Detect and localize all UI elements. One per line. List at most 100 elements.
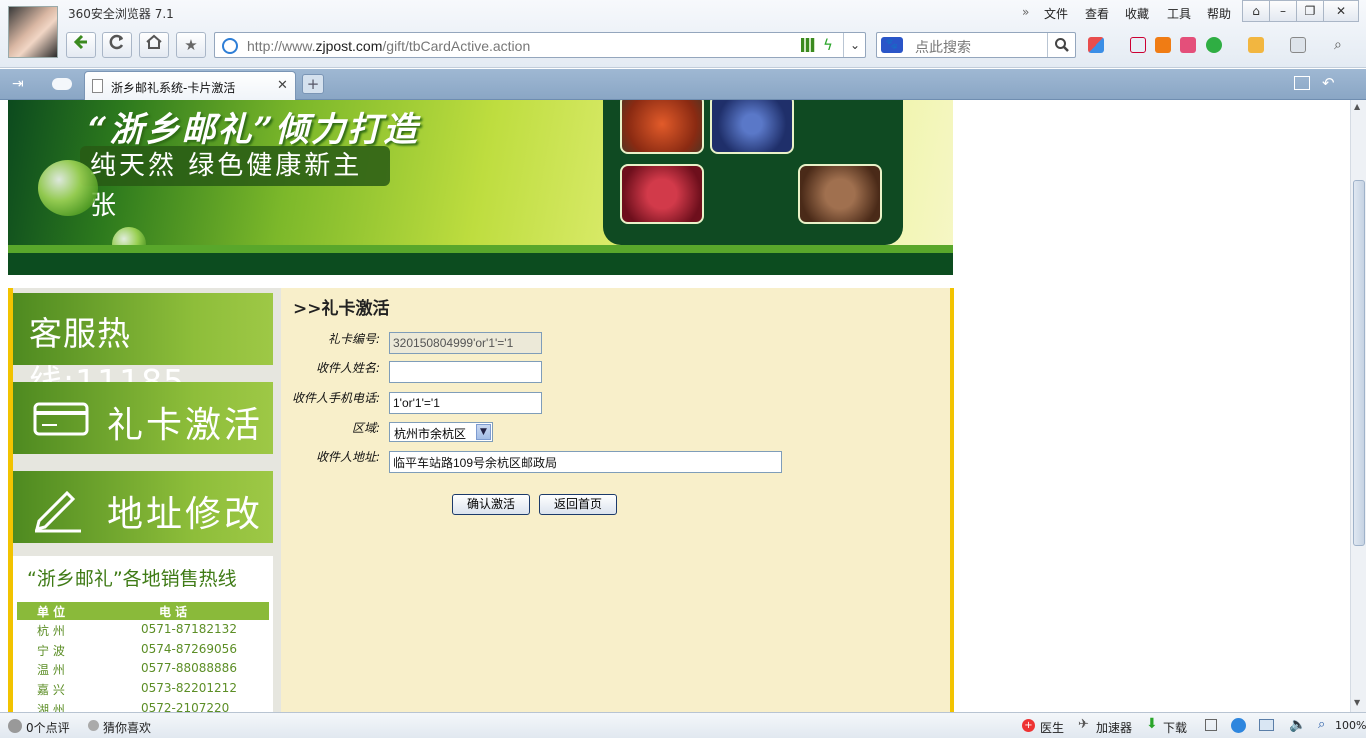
zoom-icon[interactable]: ⌕ (1334, 37, 1350, 53)
calendar-icon[interactable] (1130, 37, 1146, 53)
minimize-button[interactable]: – (1269, 0, 1297, 22)
tab-close-icon[interactable]: ✕ (277, 78, 288, 93)
tab-title: 浙乡邮礼系统-卡片激活 (111, 81, 236, 95)
banner-slogan: “浙乡邮礼”倾力打造 (88, 110, 420, 150)
tab-list-icon[interactable] (1294, 76, 1310, 90)
recipient-address-label: 收件人地址: (315, 450, 380, 464)
window-icon[interactable] (1205, 719, 1217, 731)
card-number-field[interactable] (389, 332, 542, 354)
security-shield-icon[interactable] (1206, 37, 1222, 53)
new-tab-button[interactable]: + (302, 74, 324, 94)
comments-count[interactable]: 0个点评 (26, 719, 70, 736)
recipient-name-field[interactable] (389, 361, 542, 383)
zoom-level[interactable]: 100% (1335, 719, 1366, 732)
confirm-activate-button[interactable]: 确认激活 (452, 494, 530, 515)
game-icon[interactable] (1248, 37, 1264, 53)
recipient-name-label: 收件人姓名: (315, 361, 380, 375)
address-edit-button[interactable]: 地址修改 (13, 471, 273, 543)
page-icon (92, 79, 103, 93)
menu-tools[interactable]: 工具 (1167, 5, 1191, 22)
refresh-button[interactable] (102, 32, 132, 58)
screenshot-icon[interactable] (1290, 37, 1306, 53)
url-dropdown-icon[interactable]: ⌄ (843, 33, 866, 57)
skin-icon[interactable]: ⌂ (1242, 0, 1270, 22)
region-select[interactable]: 杭州市余杭区 ▼ (389, 422, 493, 442)
back-button[interactable] (66, 32, 96, 58)
column-unit: 单 位 (37, 605, 66, 619)
recipient-address-field[interactable] (389, 451, 782, 473)
speed-mode-icon[interactable]: ϟ (823, 36, 833, 54)
chestnut-image (798, 164, 882, 224)
address-edit-label: 地址修改 (107, 494, 264, 535)
address-bar[interactable]: http://www.zjpost.com/gift/tbCardActive.… (214, 32, 866, 58)
search-input[interactable]: 点此搜索 (915, 37, 971, 57)
table-row: 杭 州 0571-87182132 (37, 622, 237, 638)
menu-favorites[interactable]: 收藏 (1125, 5, 1149, 22)
sales-table-header: 单 位 电 话 (17, 602, 269, 620)
accelerator-button[interactable]: 加速器 (1096, 719, 1132, 736)
table-row: 温 州 0577-88088886 (37, 661, 237, 677)
column-phone: 电 话 (159, 605, 188, 619)
banner-subslogan: 纯天然 绿色健康新主张 (80, 146, 390, 221)
site-security-icon (222, 38, 238, 54)
guess-icon (88, 720, 99, 731)
table-row: 嘉 兴 0573-82201212 (37, 681, 237, 697)
card-activate-button[interactable]: 礼卡激活 (13, 382, 273, 454)
banner-footer-band (8, 253, 953, 275)
ie-icon[interactable] (1231, 718, 1246, 733)
form-title: >>礼卡激活 (293, 299, 390, 319)
recipient-phone-field[interactable] (389, 392, 542, 414)
magnifier-icon (1055, 38, 1069, 52)
vertical-scrollbar[interactable]: ▲ ▼ (1350, 100, 1366, 712)
undo-close-icon[interactable]: ↶ (1322, 74, 1335, 92)
menu-file[interactable]: 文件 (1044, 5, 1068, 22)
doctor-icon: + (1022, 719, 1035, 732)
guess-you-like[interactable]: 猜你喜欢 (103, 719, 151, 736)
close-window-button[interactable]: ✕ (1323, 0, 1359, 22)
menu-more-icon[interactable]: » (1022, 5, 1029, 19)
menu-help[interactable]: 帮助 (1207, 5, 1231, 22)
recipient-phone-label: 收件人手机电话: (291, 391, 380, 405)
home-icon (146, 34, 162, 49)
search-box[interactable]: 🐾 点此搜索 (876, 32, 1076, 58)
menu-view[interactable]: 查看 (1085, 5, 1109, 22)
scroll-up-icon[interactable]: ▲ (1354, 102, 1360, 111)
sidebar-toggle-icon[interactable]: ⇥ (12, 76, 24, 92)
region-select-value: 杭州市余杭区 (394, 427, 467, 441)
cloud-icon[interactable] (52, 78, 72, 90)
mail-icon[interactable] (1180, 37, 1196, 53)
user-avatar[interactable] (8, 6, 58, 58)
sales-hotline-title: “浙乡邮礼”各地销售热线 (27, 568, 237, 590)
banner-stripe (8, 245, 953, 253)
card-activate-label: 礼卡激活 (107, 405, 264, 446)
download-icon: ⬇ (1146, 716, 1158, 732)
scroll-down-icon[interactable]: ▼ (1354, 698, 1360, 707)
scroll-thumb[interactable] (1353, 180, 1365, 546)
zoom-magnifier-icon: ⌕ (1318, 717, 1326, 732)
app-center-icon[interactable] (1088, 37, 1104, 53)
tab-active[interactable]: 浙乡邮礼系统-卡片激活 ✕ (84, 71, 296, 100)
restore-button[interactable]: ❐ (1296, 0, 1324, 22)
blueberry-image (710, 100, 794, 154)
main-content: 客服热线:11185 礼卡激活 地址修改 “浙乡邮礼”各地销售热线 单 位 电 … (8, 288, 954, 712)
pencil-icon (34, 490, 81, 533)
flight-icon[interactable] (1155, 37, 1171, 53)
url-text[interactable]: http://www.zjpost.com/gift/tbCardActive.… (247, 38, 530, 54)
status-bar: 0个点评 猜你喜欢 + 医生 ✈ 加速器 ⬇ 下载 🔈 ⌕ 100% (0, 712, 1366, 738)
refresh-icon (109, 34, 124, 50)
water-drop-image (38, 160, 98, 216)
back-home-button[interactable]: 返回首页 (539, 494, 617, 515)
home-button[interactable] (139, 32, 169, 58)
download-button[interactable]: 下载 (1163, 719, 1187, 736)
qr-code-icon[interactable] (801, 38, 815, 52)
search-button[interactable] (1047, 33, 1076, 57)
doctor-button[interactable]: 医生 (1040, 719, 1064, 736)
search-engine-icon[interactable]: 🐾 (881, 37, 903, 53)
chevron-down-icon[interactable]: ▼ (476, 424, 491, 440)
favorite-star-button[interactable]: ★ (176, 32, 206, 58)
volume-icon[interactable]: 🔈 (1289, 717, 1306, 733)
hotline-banner: 客服热线:11185 (13, 293, 273, 401)
app-title: 360安全浏览器 7.1 (68, 7, 174, 21)
screen-icon[interactable] (1259, 719, 1274, 731)
tab-bar: ⇥ 浙乡邮礼系统-卡片激活 ✕ + ↶ (0, 69, 1366, 100)
